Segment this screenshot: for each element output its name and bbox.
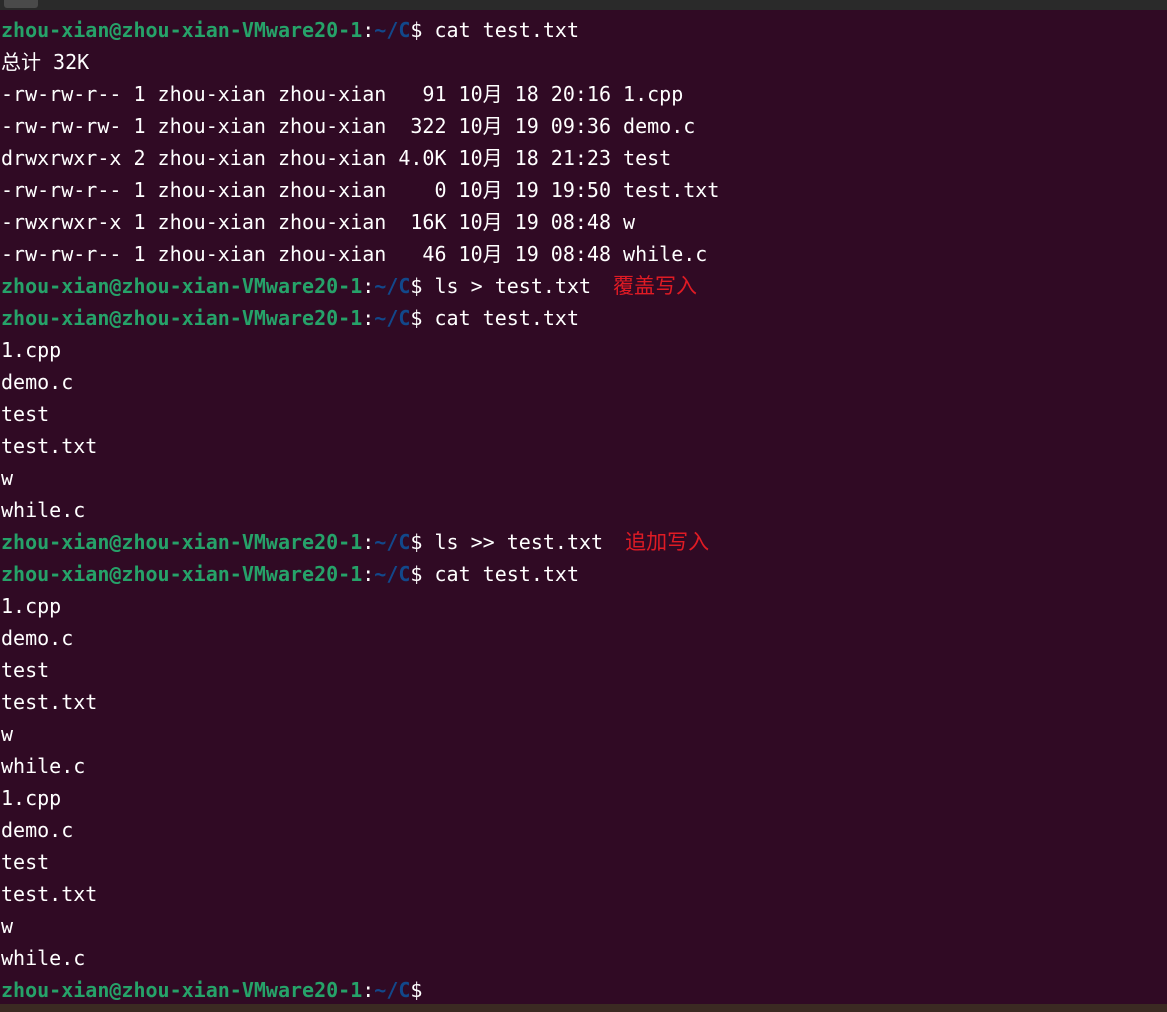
prompt-dollar: $ [410,978,423,1002]
prompt-dollar: $ [410,562,423,586]
output-line: 总计 32K [1,50,90,74]
prompt-line: zhou-xian@zhou-xian-VMware20-1:~/C$ ls >… [1,526,1167,558]
command-text: ls >> test.txt [422,530,604,554]
prompt-colon: : [362,530,375,554]
prompt-line: zhou-xian@zhou-xian-VMware20-1:~/C$ cat … [1,558,1167,590]
output-line: test [1,402,50,426]
prompt-dollar: $ [410,530,423,554]
output-line: drwxrwxr-x 2 zhou-xian zhou-xian 4.0K 10… [1,146,672,170]
prompt-path: ~/C [374,978,411,1002]
terminal-window[interactable]: zhou-xian@zhou-xian-VMware20-1:~/C$ cat … [0,0,1167,1012]
output-line: 1.cpp [1,594,62,618]
prompt-user-host: zhou-xian@zhou-xian-VMware20-1 [1,306,363,330]
command-text: cat test.txt [422,562,579,586]
prompt-user-host: zhou-xian@zhou-xian-VMware20-1 [1,18,363,42]
prompt-path: ~/C [374,306,411,330]
output-line: test.txt [1,434,98,458]
prompt-path: ~/C [374,562,411,586]
prompt-user-host: zhou-xian@zhou-xian-VMware20-1 [1,978,363,1002]
output-line: while.c [1,946,86,970]
output-line: while.c [1,498,86,522]
output-line: w [1,722,14,746]
output-line: test [1,658,50,682]
prompt-user-host: zhou-xian@zhou-xian-VMware20-1 [1,274,363,298]
output-line: while.c [1,754,86,778]
annotation-note: 追加写入 [625,530,710,554]
terminal-output[interactable]: zhou-xian@zhou-xian-VMware20-1:~/C$ cat … [1,14,1167,1006]
command-text: cat test.txt [422,18,579,42]
window-top-edge [0,0,1167,10]
output-line: -rwxrwxr-x 1 zhou-xian zhou-xian 16K 10月… [1,210,636,234]
prompt-line: zhou-xian@zhou-xian-VMware20-1:~/C$ cat … [1,302,1167,334]
prompt-colon: : [362,562,375,586]
output-line: demo.c [1,626,74,650]
desktop-background-strip [0,1004,1167,1012]
output-line: -rw-rw-rw- 1 zhou-xian zhou-xian 322 10月… [1,114,696,138]
output-line: w [1,914,14,938]
prompt-dollar: $ [410,306,423,330]
output-line: -rw-rw-r-- 1 zhou-xian zhou-xian 0 10月 1… [1,178,720,202]
output-line: demo.c [1,370,74,394]
output-line: demo.c [1,818,74,842]
output-line: w [1,466,14,490]
output-line: test.txt [1,882,98,906]
prompt-line: zhou-xian@zhou-xian-VMware20-1:~/C$ cat … [1,14,1167,46]
output-line: test.txt [1,690,98,714]
prompt-dollar: $ [410,18,423,42]
prompt-dollar: $ [410,274,423,298]
prompt-user-host: zhou-xian@zhou-xian-VMware20-1 [1,530,363,554]
prompt-line: zhou-xian@zhou-xian-VMware20-1:~/C$ ls >… [1,270,1167,302]
prompt-path: ~/C [374,274,411,298]
output-line: test [1,850,50,874]
title-tab [4,0,38,8]
prompt-colon: : [362,978,375,1002]
output-line: 1.cpp [1,786,62,810]
annotation-note: 覆盖写入 [613,274,698,298]
prompt-path: ~/C [374,530,411,554]
prompt-user-host: zhou-xian@zhou-xian-VMware20-1 [1,562,363,586]
prompt-line: zhou-xian@zhou-xian-VMware20-1:~/C$ [1,974,1167,1006]
command-text: ls > test.txt [422,274,592,298]
prompt-colon: : [362,274,375,298]
output-line: 1.cpp [1,338,62,362]
output-line: -rw-rw-r-- 1 zhou-xian zhou-xian 91 10月 … [1,82,684,106]
command-text: cat test.txt [422,306,579,330]
output-line: -rw-rw-r-- 1 zhou-xian zhou-xian 46 10月 … [1,242,708,266]
prompt-colon: : [362,18,375,42]
prompt-colon: : [362,306,375,330]
prompt-path: ~/C [374,18,411,42]
